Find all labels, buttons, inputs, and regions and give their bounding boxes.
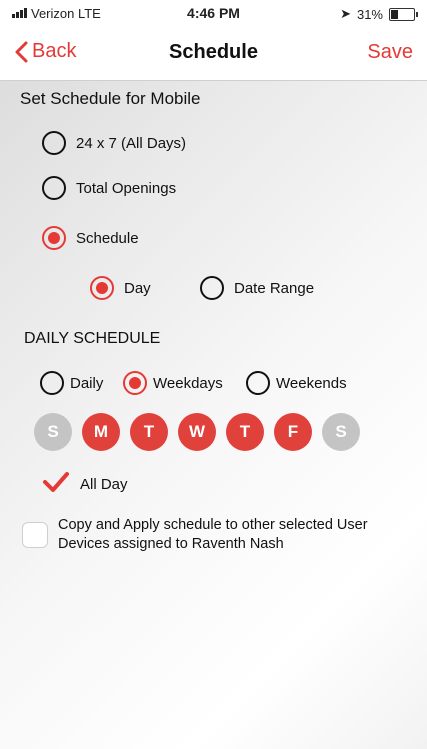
option-label: Daily <box>70 374 104 392</box>
option-all-days[interactable]: 24 x 7 (All Days) <box>42 131 186 155</box>
page-title: Schedule <box>169 41 258 63</box>
day-friday[interactable]: F <box>274 413 312 451</box>
option-label: Total Openings <box>76 179 177 197</box>
radio-daily[interactable] <box>40 371 64 395</box>
radio-all-days[interactable] <box>42 131 66 155</box>
location-icon: ➤ <box>340 6 351 21</box>
all-day-label: All Day <box>80 475 128 493</box>
day-thursday[interactable]: T <box>226 413 264 451</box>
radio-weekends[interactable] <box>246 371 270 395</box>
battery-percent: 31% <box>356 6 383 22</box>
option-label: 24 x 7 (All Days) <box>76 134 187 152</box>
radio-schedule[interactable] <box>42 226 66 250</box>
option-daily[interactable]: Daily <box>40 371 103 395</box>
option-label: Weekdays <box>153 374 223 392</box>
daily-schedule-heading: DAILY SCHEDULE <box>24 330 161 347</box>
copy-apply-label: Copy and Apply schedule to other selecte… <box>58 517 368 552</box>
day-picker: S M T W T F S <box>34 413 360 451</box>
copy-apply-row[interactable]: Copy and Apply schedule to other selecte… <box>22 516 412 554</box>
radio-weekdays[interactable] <box>123 371 147 395</box>
checkmark-icon[interactable] <box>42 470 70 498</box>
radio-date-range[interactable] <box>200 276 224 300</box>
radio-total-openings[interactable] <box>42 176 66 200</box>
option-total-openings[interactable]: Total Openings <box>42 176 176 200</box>
option-day[interactable]: Day <box>90 276 151 300</box>
day-saturday[interactable]: S <box>322 413 360 451</box>
day-tuesday[interactable]: T <box>130 413 168 451</box>
status-right: ➤ 31% <box>340 6 418 22</box>
copy-apply-checkbox[interactable] <box>22 522 48 548</box>
save-button[interactable]: Save <box>367 41 413 64</box>
option-label: Day <box>124 279 151 297</box>
schedule-type-heading: Set Schedule for Mobile <box>20 89 201 108</box>
option-label: Schedule <box>76 229 139 247</box>
option-weekends[interactable]: Weekends <box>246 371 347 395</box>
day-wednesday[interactable]: W <box>178 413 216 451</box>
option-label: Date Range <box>234 279 315 297</box>
option-label: Weekends <box>276 374 347 392</box>
option-schedule[interactable]: Schedule <box>42 226 139 250</box>
option-weekdays[interactable]: Weekdays <box>123 371 223 395</box>
day-monday[interactable]: M <box>82 413 120 451</box>
battery-fill <box>391 9 399 19</box>
radio-day[interactable] <box>90 276 114 300</box>
battery-icon <box>389 7 418 21</box>
nav-bar: Back Schedule Save <box>0 26 427 81</box>
status-bar: Verizon LTE 4:46 PM ➤ 31% <box>0 0 427 26</box>
day-sunday[interactable]: S <box>34 413 72 451</box>
all-day-toggle[interactable]: All Day <box>42 470 128 498</box>
option-date-range[interactable]: Date Range <box>200 276 314 300</box>
